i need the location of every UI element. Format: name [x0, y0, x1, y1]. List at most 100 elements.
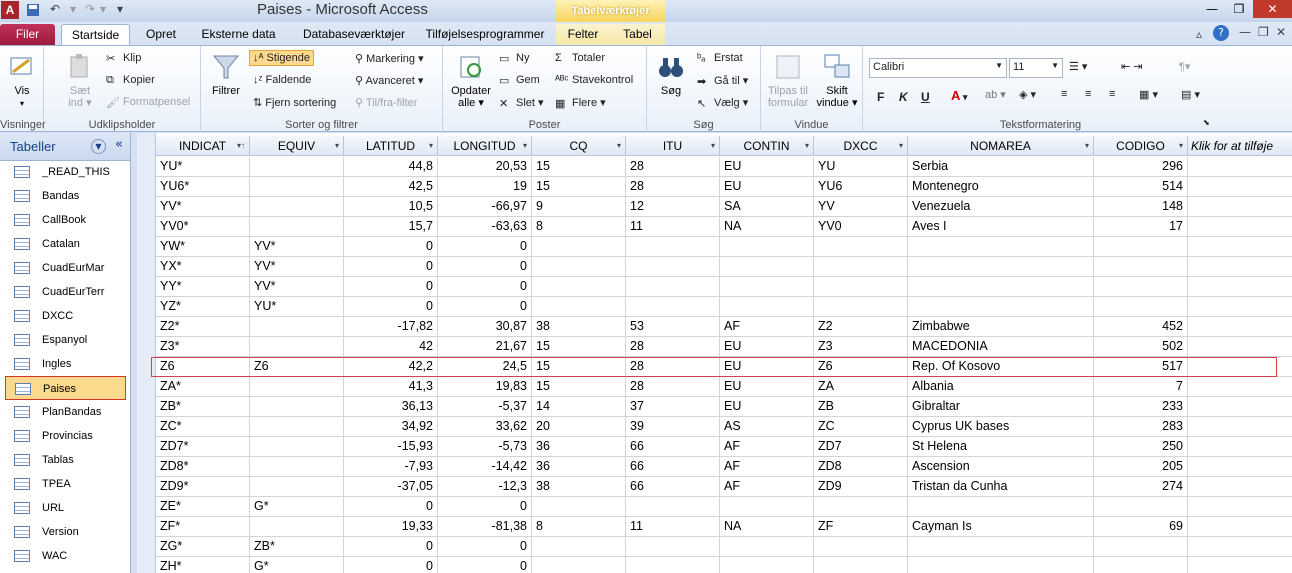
table-cell[interactable] [250, 377, 344, 397]
table-cell[interactable]: ZH* [156, 557, 250, 573]
table-cell[interactable]: YV0 [814, 217, 908, 237]
advanced-button[interactable]: ⚲ Avanceret ▾ [355, 74, 423, 87]
table-cell[interactable]: Albania [908, 377, 1094, 397]
table-cell[interactable] [1188, 517, 1292, 537]
table-cell[interactable]: 19,83 [438, 377, 532, 397]
paste-button[interactable]: Sæt ind ▾ [62, 52, 98, 109]
table-cell[interactable]: YV* [250, 237, 344, 257]
table-cell[interactable]: -15,93 [344, 437, 438, 457]
table-cell[interactable] [1188, 377, 1292, 397]
table-cell[interactable]: Tristan da Cunha [908, 477, 1094, 497]
tab-home[interactable]: Startside [61, 24, 130, 45]
table-cell[interactable]: 66 [626, 437, 720, 457]
table-cell[interactable] [720, 497, 814, 517]
table-cell[interactable]: EU [720, 357, 814, 377]
table-cell[interactable]: ZG* [156, 537, 250, 557]
sort-ascending-indicator-icon[interactable]: ▾↑ [237, 136, 245, 156]
table-cell[interactable]: ZB [814, 397, 908, 417]
table-cell[interactable]: 39 [626, 417, 720, 437]
table-cell[interactable]: EU [720, 377, 814, 397]
table-cell[interactable]: ZC [814, 417, 908, 437]
table-cell[interactable]: 517 [1094, 357, 1188, 377]
column-header[interactable]: LATITUD ▾ [344, 136, 438, 156]
table-cell[interactable]: -63,63 [438, 217, 532, 237]
table-cell[interactable] [720, 237, 814, 257]
table-cell[interactable]: 514 [1094, 177, 1188, 197]
table-cell[interactable]: YV* [250, 277, 344, 297]
table-cell[interactable]: YU6* [156, 177, 250, 197]
table-cell[interactable]: 15 [532, 357, 626, 377]
column-filter-dropdown-icon[interactable]: ▾ [1085, 136, 1089, 156]
table-cell[interactable] [1188, 537, 1292, 557]
table-cell[interactable]: Ascension [908, 457, 1094, 477]
table-cell[interactable] [1188, 557, 1292, 573]
table-cell[interactable] [250, 477, 344, 497]
table-cell[interactable]: 21,67 [438, 337, 532, 357]
table-cell[interactable]: 36,13 [344, 397, 438, 417]
table-cell[interactable] [250, 397, 344, 417]
table-cell[interactable] [1188, 417, 1292, 437]
align-center-icon[interactable]: ≡ [1085, 88, 1091, 100]
table-row[interactable]: Z6 Z6 42,2 24,5 15 28 EU Z6 Rep. Of Kosovo 517 [137, 357, 1292, 377]
table-cell[interactable]: Z3* [156, 337, 250, 357]
table-cell[interactable] [1094, 297, 1188, 317]
tab-create[interactable]: Opret [135, 24, 187, 45]
table-cell[interactable]: 8 [532, 517, 626, 537]
table-cell[interactable]: 15 [532, 337, 626, 357]
column-header[interactable]: EQUIV ▾ [250, 136, 344, 156]
table-row[interactable]: YZ* YU* 0 0 [137, 297, 1292, 317]
nav-table-item[interactable]: _READ_THIS [5, 160, 126, 184]
table-cell[interactable]: ZB* [156, 397, 250, 417]
table-cell[interactable] [814, 237, 908, 257]
save-record-button[interactable]: ▭ Gem [499, 74, 540, 87]
table-cell[interactable]: ZF* [156, 517, 250, 537]
table-cell[interactable] [1188, 317, 1292, 337]
column-header[interactable]: NOMAREA ▾ [908, 136, 1094, 156]
table-cell[interactable] [250, 437, 344, 457]
nav-table-item[interactable]: PlanBandas [5, 400, 126, 424]
table-cell[interactable]: 0 [344, 257, 438, 277]
table-cell[interactable] [626, 497, 720, 517]
column-filter-dropdown-icon[interactable]: ▾ [523, 136, 527, 156]
undo-dropdown-icon[interactable]: ▾ [70, 2, 76, 16]
table-cell[interactable]: 0 [438, 237, 532, 257]
table-cell[interactable]: 15 [532, 177, 626, 197]
table-cell[interactable] [1188, 177, 1292, 197]
table-cell[interactable]: St Helena [908, 437, 1094, 457]
column-filter-dropdown-icon[interactable]: ▾ [429, 136, 433, 156]
remove-sort-button[interactable]: ⇅ Fjern sortering [253, 96, 336, 109]
fit-to-form-button[interactable]: Tilpas til formular [763, 52, 813, 109]
table-cell[interactable]: 15,7 [344, 217, 438, 237]
totals-button[interactable]: Σ Totaler [555, 52, 605, 64]
table-cell[interactable]: -5,73 [438, 437, 532, 457]
table-cell[interactable] [1188, 437, 1292, 457]
nav-table-item[interactable]: Provincias [5, 424, 126, 448]
table-cell[interactable]: YV0* [156, 217, 250, 237]
nav-table-item[interactable]: Paises [5, 376, 126, 400]
column-filter-dropdown-icon[interactable]: ▾ [617, 136, 621, 156]
table-cell[interactable] [250, 337, 344, 357]
table-cell[interactable]: 0 [344, 497, 438, 517]
dialog-launcher-icon[interactable]: ⬊ [1203, 118, 1210, 127]
gridlines-icon[interactable]: ▦ ▾ [1139, 88, 1158, 101]
table-cell[interactable]: ZF [814, 517, 908, 537]
minimize-ribbon-icon[interactable]: ▵ [1196, 27, 1202, 41]
toggle-filter-button[interactable]: ⚲ Til/fra-filter [355, 96, 417, 109]
table-cell[interactable]: YV [814, 197, 908, 217]
cut-button[interactable]: ✂ Klip [106, 52, 141, 65]
table-row[interactable]: ZD9* -37,05 -12,3 38 66 AF ZD9 Tristan da Cunha… [137, 477, 1292, 497]
column-header[interactable]: Klik for at tilføje [1188, 136, 1292, 156]
table-row[interactable]: Z3* 42 21,67 15 28 EU Z3 MACEDONIA 502 [137, 337, 1292, 357]
column-header[interactable]: ITU ▾ [626, 136, 720, 156]
nav-table-item[interactable]: CuadEurTerr [5, 280, 126, 304]
table-cell[interactable]: NA [720, 217, 814, 237]
table-cell[interactable]: 33,62 [438, 417, 532, 437]
table-cell[interactable]: ZD9 [814, 477, 908, 497]
table-cell[interactable] [1188, 357, 1292, 377]
tab-database-tools[interactable]: Databaseværktøjer [292, 24, 416, 45]
table-cell[interactable]: Z6 [814, 357, 908, 377]
table-cell[interactable] [908, 257, 1094, 277]
table-cell[interactable] [1188, 457, 1292, 477]
table-cell[interactable]: ZC* [156, 417, 250, 437]
table-cell[interactable]: -66,97 [438, 197, 532, 217]
